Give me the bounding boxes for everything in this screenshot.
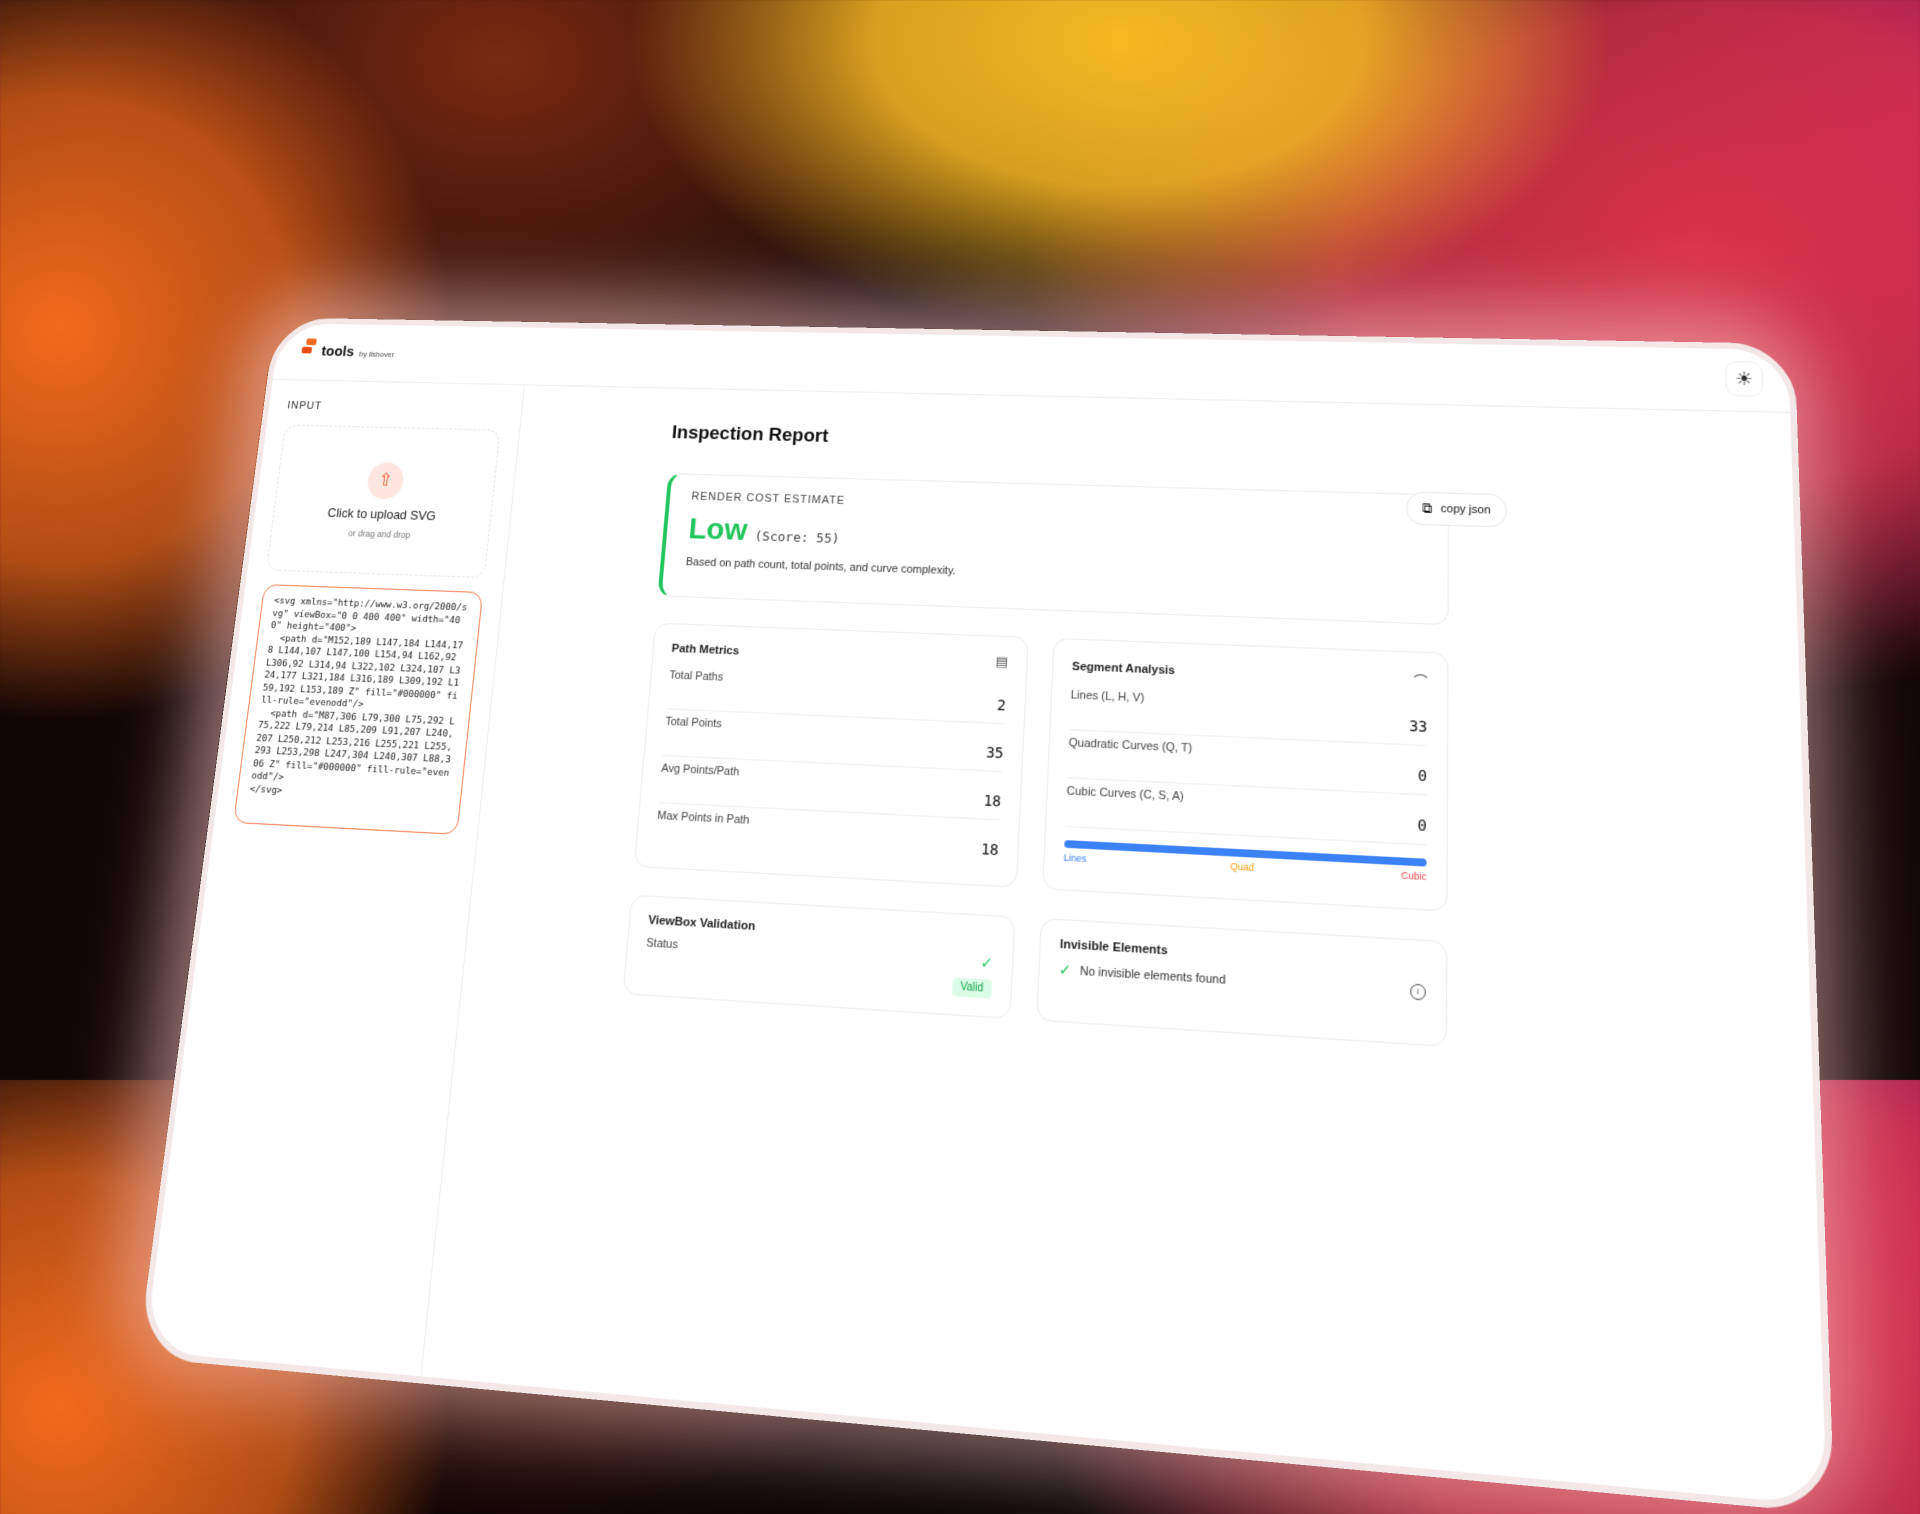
path-metrics-card: Path Metrics ▤ Total Paths 2 Total Point… (633, 622, 1029, 888)
segment-analysis-heading: Segment Analysis (1071, 659, 1176, 677)
document-icon: ▤ (995, 653, 1009, 670)
bezier-curve-icon: ⌒ (1413, 672, 1428, 690)
app-window: tools by ilshover ☀ INPUT ⇧ Click to upl… (137, 317, 1835, 1514)
legend-lines: Lines (1063, 852, 1087, 865)
logo[interactable]: tools by ilshover (301, 338, 396, 360)
brand-subtitle: by ilshover (358, 349, 395, 359)
report-title: Inspection Report (671, 422, 830, 447)
metrics-grid-bottom: ViewBox Validation Status ✓ Valid Invisi… (622, 894, 1448, 1048)
upload-dropzone[interactable]: ⇧ Click to upload SVG or drag and drop (265, 424, 501, 579)
input-section-label: INPUT (286, 399, 323, 413)
invisible-elements-card: Invisible Elements ✓ No invisible elemen… (1036, 917, 1448, 1048)
checkmark-icon: ✓ (980, 953, 994, 972)
info-icon[interactable]: i (1410, 982, 1426, 1000)
svg-code-editor[interactable]: <svg xmlns="http://www.w3.org/2000/svg" … (233, 584, 484, 835)
sun-icon: ☀ (1734, 367, 1754, 389)
viewbox-validation-card: ViewBox Validation Status ✓ Valid (622, 894, 1016, 1020)
upload-subtitle: or drag and drop (347, 527, 411, 540)
render-cost-card: RENDER COST ESTIMATE Low (Score: 55) Bas… (657, 473, 1450, 626)
render-cost-level: Low (687, 512, 749, 548)
metrics-grid-top: Path Metrics ▤ Total Paths 2 Total Point… (633, 622, 1449, 912)
segment-analysis-card: Segment Analysis ⌒ Lines (L, H, V) 33 Qu… (1042, 637, 1449, 912)
invisible-message: No invisible elements found (1079, 964, 1226, 987)
invisible-message-group: ✓ No invisible elements found (1058, 960, 1225, 989)
brand-name: tools (320, 343, 356, 360)
render-cost-score: (Score: 55) (753, 529, 840, 548)
copy-icon: ⧉ (1422, 500, 1433, 517)
report-panel: Inspection Report ⧉ copy json RENDER COS… (421, 384, 1827, 1505)
legend-cubic: Cubic (1401, 869, 1427, 883)
checkmark-icon: ✓ (1058, 960, 1072, 979)
logo-mark-icon (301, 338, 318, 355)
path-metrics-heading: Path Metrics (671, 642, 740, 658)
viewbox-status-label: Status (645, 936, 679, 952)
status-badge: Valid (951, 977, 993, 999)
upload-title: Click to upload SVG (326, 504, 437, 523)
viewbox-heading: ViewBox Validation (647, 913, 756, 934)
invisible-heading: Invisible Elements (1059, 937, 1168, 958)
copy-json-button[interactable]: ⧉ copy json (1406, 491, 1507, 528)
theme-toggle-button[interactable]: ☀ (1724, 361, 1764, 397)
legend-quad: Quad (1230, 860, 1255, 874)
upload-icon: ⇧ (365, 461, 406, 500)
copy-json-label: copy json (1440, 502, 1491, 517)
